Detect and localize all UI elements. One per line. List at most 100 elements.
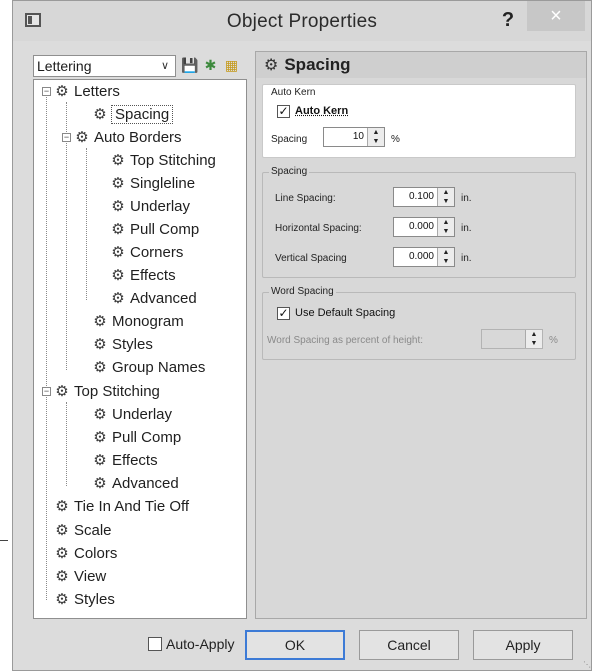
auto-apply-label: Auto-Apply [166, 636, 235, 652]
word-spacing-percent-spin-buttons[interactable]: ▲ ▼ [525, 330, 542, 348]
save-icon[interactable]: 💾 [181, 57, 198, 74]
gear-icon: ⚙ [93, 406, 107, 423]
tree-guide-line [46, 94, 47, 394]
gear-icon: ⚙ [111, 267, 125, 284]
line-spacing-label: Line Spacing: [275, 193, 336, 204]
gear-icon: ⚙ [75, 129, 89, 146]
tree-item-top-stitching-root[interactable]: ⚙ Top Stitching [54, 381, 160, 403]
spin-up-icon[interactable]: ▲ [438, 218, 454, 227]
spin-down-icon[interactable]: ▼ [438, 197, 454, 206]
tree-item-view[interactable]: ⚙ View [54, 566, 106, 588]
horizontal-spacing-unit: in. [461, 223, 472, 234]
auto-apply-checkbox[interactable] [148, 637, 162, 651]
properties-icon-a[interactable]: ✱ [202, 57, 219, 74]
gear-icon: ⚙ [93, 106, 107, 123]
close-button[interactable]: × [527, 1, 585, 31]
line-spacing-value: 0.100 [408, 191, 434, 202]
tree-guide-line [66, 402, 67, 486]
spin-up-icon[interactable]: ▲ [438, 188, 454, 197]
spacing-spin-buttons[interactable]: ▲ ▼ [367, 128, 384, 146]
tree-item-advanced[interactable]: ⚙ Advanced [110, 288, 196, 310]
gear-icon: ⚙ [93, 313, 107, 330]
word-spacing-percent-stepper[interactable]: ▲ ▼ [481, 329, 543, 349]
spacing-value: 10 [352, 131, 364, 142]
ok-button[interactable]: OK [245, 630, 345, 660]
line-spacing-unit: in. [461, 193, 472, 204]
horizontal-spacing-spin-buttons[interactable]: ▲ ▼ [437, 218, 454, 236]
properties-icon-b[interactable]: ▦ [223, 57, 240, 74]
tree-expander[interactable]: − [42, 87, 51, 96]
tree-item-group-names[interactable]: ⚙ Group Names [92, 357, 205, 379]
tree-item-effects[interactable]: ⚙ Effects [110, 265, 175, 287]
tree-item-pull-comp[interactable]: ⚙ Pull Comp [110, 219, 199, 241]
spin-up-icon[interactable]: ▲ [438, 248, 454, 257]
properties-panel: ⚙ Spacing Auto Kern ✓ Auto Kern Spacing 1… [255, 51, 587, 619]
use-default-spacing-checkbox[interactable]: ✓ [277, 307, 290, 320]
spin-up-icon[interactable]: ▲ [368, 128, 384, 137]
tree-item-tie-in-tie-off[interactable]: ⚙ Tie In And Tie Off [54, 496, 189, 518]
tree-item-styles[interactable]: ⚙ Styles [92, 334, 153, 356]
tree-item-monogram[interactable]: ⚙ Monogram [92, 311, 183, 333]
panel-title: Spacing [284, 55, 351, 74]
gear-icon: ⚙ [55, 545, 69, 562]
tree-item-corners[interactable]: ⚙ Corners [110, 242, 183, 264]
apply-button[interactable]: Apply [473, 630, 573, 660]
gear-icon: ⚙ [111, 152, 125, 169]
properties-tree[interactable]: − − − ⚙ Letters ⚙ Spacing ⚙ Auto Borders ⚙ T… [33, 79, 247, 619]
gear-icon: ⚙ [55, 591, 69, 608]
word-spacing-group: Word Spacing ✓ Use Default Spacing Word … [262, 286, 576, 360]
tree-expander[interactable]: − [42, 387, 51, 396]
line-spacing-spin-buttons[interactable]: ▲ ▼ [437, 188, 454, 206]
tree-item-auto-borders[interactable]: ⚙ Auto Borders [74, 127, 181, 149]
horizontal-spacing-label: Horizontal Spacing: [275, 223, 362, 234]
auto-kern-checkbox[interactable]: ✓ [277, 105, 290, 118]
spin-down-icon[interactable]: ▼ [368, 137, 384, 146]
tree-item-advanced[interactable]: ⚙ Advanced [92, 473, 178, 495]
cancel-button[interactable]: Cancel [359, 630, 459, 660]
spacing-stepper[interactable]: 10 ▲ ▼ [323, 127, 385, 147]
gear-icon: ⚙ [111, 290, 125, 307]
tree-item-pull-comp[interactable]: ⚙ Pull Comp [92, 427, 181, 449]
object-type-dropdown[interactable]: Lettering ∨ [33, 55, 176, 77]
tree-item-effects[interactable]: ⚙ Effects [92, 450, 157, 472]
tree-expander[interactable]: − [62, 133, 71, 142]
vertical-spacing-spin-buttons[interactable]: ▲ ▼ [437, 248, 454, 266]
spacing-label: Spacing [271, 134, 308, 145]
tree-item-letters[interactable]: ⚙ Letters [54, 81, 120, 103]
spin-down-icon[interactable]: ▼ [526, 339, 542, 348]
spin-down-icon[interactable]: ▼ [438, 227, 454, 236]
gear-icon: ⚙ [264, 57, 279, 74]
vertical-spacing-label: Vertical Spacing [275, 253, 347, 264]
resize-grip-icon[interactable]: ⋱ [583, 660, 591, 669]
word-spacing-percent-label: Word Spacing as percent of height: [267, 335, 424, 346]
gear-icon: ⚙ [93, 452, 107, 469]
gear-icon: ⚙ [111, 244, 125, 261]
tree-item-underlay[interactable]: ⚙ Underlay [110, 196, 190, 218]
tree-item-underlay[interactable]: ⚙ Underlay [92, 404, 172, 426]
tree-guide-line [46, 394, 47, 600]
line-spacing-stepper[interactable]: 0.100 ▲ ▼ [393, 187, 455, 207]
tree-item-singleline[interactable]: ⚙ Singleline [110, 173, 195, 195]
tree-item-colors[interactable]: ⚙ Colors [54, 543, 117, 565]
help-button[interactable]: ? [495, 7, 521, 33]
gear-icon: ⚙ [111, 198, 125, 215]
auto-kern-group: Auto Kern ✓ Auto Kern Spacing 10 ▲ ▼ % [262, 84, 576, 158]
gear-icon: ⚙ [55, 383, 69, 400]
gear-icon: ⚙ [111, 221, 125, 238]
use-default-spacing-label: Use Default Spacing [295, 307, 396, 319]
gear-icon: ⚙ [111, 175, 125, 192]
gear-icon: ⚙ [55, 83, 69, 100]
spin-up-icon[interactable]: ▲ [526, 330, 542, 339]
panel-header: ⚙ Spacing [256, 52, 586, 78]
spin-down-icon[interactable]: ▼ [438, 257, 454, 266]
object-type-value: Lettering [37, 58, 92, 74]
tree-item-scale[interactable]: ⚙ Scale [54, 520, 111, 542]
tree-guide-line [66, 102, 67, 370]
tree-item-spacing[interactable]: ⚙ Spacing [92, 104, 174, 126]
horizontal-spacing-stepper[interactable]: 0.000 ▲ ▼ [393, 217, 455, 237]
vertical-spacing-stepper[interactable]: 0.000 ▲ ▼ [393, 247, 455, 267]
tree-item-styles-root[interactable]: ⚙ Styles [54, 589, 115, 611]
title-bar: Object Properties ? × [13, 1, 591, 41]
word-spacing-percent-unit: % [549, 335, 558, 346]
tree-item-top-stitching[interactable]: ⚙ Top Stitching [110, 150, 216, 172]
